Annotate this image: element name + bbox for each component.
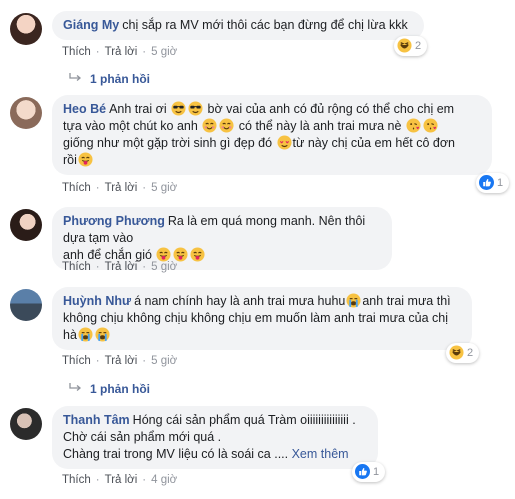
smile-emoji-icon: [219, 118, 235, 133]
comment-time[interactable]: 5 giờ: [151, 182, 177, 194]
comment-text: Hóng cái sản phẩm quá Tràm oiiiiiiiiiiii…: [132, 413, 356, 427]
comment-text: á nam chính hay là anh trai mưa huhu: [134, 294, 346, 308]
separator: ·: [95, 474, 100, 486]
reaction-count: 1: [497, 177, 504, 189]
view-replies-link[interactable]: 1 phản hồi: [68, 382, 150, 396]
tongue-emoji-icon: [173, 247, 189, 262]
replies-count-label[interactable]: 1 phản hồi: [90, 72, 150, 86]
reaction-badge[interactable]: 2: [394, 36, 428, 56]
view-replies-link[interactable]: 1 phản hồi: [68, 72, 150, 86]
reaction-badge[interactable]: 1: [476, 173, 510, 193]
comment-text: anh để chắn gió: [63, 248, 156, 262]
tongue-emoji-icon: [190, 247, 206, 262]
reply-link[interactable]: Trả lời: [105, 474, 138, 486]
reaction-count: 2: [467, 347, 474, 359]
comment-text: rồi: [63, 153, 77, 167]
comment-text: từ này chị của em hết cô đơn: [292, 136, 456, 150]
avatar[interactable]: [10, 97, 42, 129]
comment-meta: Thích · Trả lời · 4 giờ: [62, 474, 177, 486]
tongue-emoji-icon: [156, 247, 172, 262]
separator: ·: [95, 46, 100, 58]
separator: ·: [95, 355, 100, 367]
replies-count-label[interactable]: 1 phản hồi: [90, 382, 150, 396]
comment-meta: Thích · Trả lời · 5 giờ: [62, 182, 177, 194]
reply-link[interactable]: Trả lời: [105, 261, 138, 273]
comment-meta: Thích · Trả lời · 5 giờ: [62, 261, 177, 273]
reaction-count: 1: [373, 466, 380, 478]
reply-arrow-icon: [69, 73, 82, 81]
like-icon: [355, 464, 370, 479]
comment-text: không chịu không chịu không chịu em muốn…: [63, 311, 448, 325]
comment-author[interactable]: Heo Bé: [63, 102, 106, 116]
comment-author[interactable]: Thanh Tâm: [63, 413, 130, 427]
separator: ·: [142, 46, 147, 58]
comment-bubble: Heo Bé Anh trai ơi bờ vai của anh có đủ r…: [52, 95, 492, 175]
comment-thanh-tam: Thanh Tâm Hóng cái sản phẩm quá Tràm oiii…: [10, 406, 505, 498]
avatar[interactable]: [10, 289, 42, 321]
separator: ·: [95, 182, 100, 194]
reply-arrow-icon: [69, 383, 82, 391]
comment-author[interactable]: Phương Phương: [63, 214, 165, 228]
comment-author[interactable]: Giáng My: [63, 18, 119, 32]
avatar[interactable]: [10, 209, 42, 241]
cool-emoji-icon: [188, 101, 204, 116]
crying-emoji-icon: [77, 327, 93, 342]
comment-author[interactable]: Huỳnh Như: [63, 294, 131, 308]
like-link[interactable]: Thích: [62, 474, 91, 486]
like-link[interactable]: Thích: [62, 261, 91, 273]
like-link[interactable]: Thích: [62, 46, 91, 58]
avatar[interactable]: [10, 13, 42, 45]
comment-text: hà: [63, 328, 77, 342]
haha-icon: [449, 345, 464, 360]
like-link[interactable]: Thích: [62, 355, 91, 367]
comment-text: Anh trai ơi: [109, 102, 171, 116]
comment-text: Chàng trai trong MV liệu có là soái ca .…: [63, 447, 292, 461]
tongue-emoji-icon: [77, 152, 93, 167]
comment-text: Chờ cái sản phẩm mới quá .: [63, 430, 222, 444]
comment-bubble: Giáng My chị sắp ra MV mới thôi các bạn đ…: [52, 11, 424, 40]
smile-emoji-icon: [202, 118, 218, 133]
heart-eyes-emoji-icon: [276, 135, 292, 150]
comment-text: tựa vào một chút ko anh: [63, 119, 202, 133]
comment-meta: Thích · Trả lời · 5 giờ: [62, 46, 177, 58]
comment-heo-be: Heo Bé Anh trai ơi bờ vai của anh có đủ r…: [10, 95, 510, 200]
kiss-emoji-icon: [422, 118, 438, 133]
comment-bubble: Huỳnh Như á nam chính hay là anh trai mưa…: [52, 287, 472, 350]
avatar[interactable]: [10, 408, 42, 440]
comment-text: bờ vai của anh có đủ rộng có thể cho chị…: [204, 102, 455, 116]
comment-text: chị sắp ra MV mới thôi các bạn đừng để c…: [122, 18, 408, 32]
reply-link[interactable]: Trả lời: [105, 355, 138, 367]
like-link[interactable]: Thích: [62, 182, 91, 194]
reaction-badge[interactable]: 1: [352, 462, 386, 482]
comment-meta: Thích · Trả lời · 5 giờ: [62, 355, 177, 367]
reaction-badge[interactable]: 2: [446, 343, 480, 363]
separator: ·: [142, 182, 147, 194]
reaction-count: 2: [415, 40, 422, 52]
comment-time[interactable]: 4 giờ: [151, 474, 177, 486]
cool-emoji-icon: [171, 101, 187, 116]
reply-link[interactable]: Trả lời: [105, 182, 138, 194]
separator: ·: [95, 261, 100, 273]
comment-time[interactable]: 5 giờ: [151, 261, 177, 273]
comment-text: anh trai mưa thì: [362, 294, 451, 308]
comment-time[interactable]: 5 giờ: [151, 46, 177, 58]
reply-link[interactable]: Trả lời: [105, 46, 138, 58]
separator: ·: [142, 261, 147, 273]
separator: ·: [142, 474, 147, 486]
comment-giang-my: Giáng My chị sắp ra MV mới thôi các bạn đ…: [10, 8, 505, 90]
crying-emoji-icon: [94, 327, 110, 342]
comment-text: có thể này là anh trai mưa nè: [235, 119, 405, 133]
haha-icon: [397, 38, 412, 53]
comment-bubble: Thanh Tâm Hóng cái sản phẩm quá Tràm oiii…: [52, 406, 378, 469]
like-icon: [479, 175, 494, 190]
comment-phuong-phuong: Phương Phương Ra là em quá mong manh. Nên…: [10, 207, 505, 277]
kiss-emoji-icon: [405, 118, 421, 133]
comment-huynh-nhu: Huỳnh Như á nam chính hay là anh trai mưa…: [10, 287, 505, 399]
separator: ·: [142, 355, 147, 367]
comment-text: giống như một gặp trời sinh gì đẹp đó: [63, 136, 276, 150]
crying-emoji-icon: [346, 293, 362, 308]
see-more-link[interactable]: Xem thêm: [292, 447, 349, 461]
comment-time[interactable]: 5 giờ: [151, 355, 177, 367]
